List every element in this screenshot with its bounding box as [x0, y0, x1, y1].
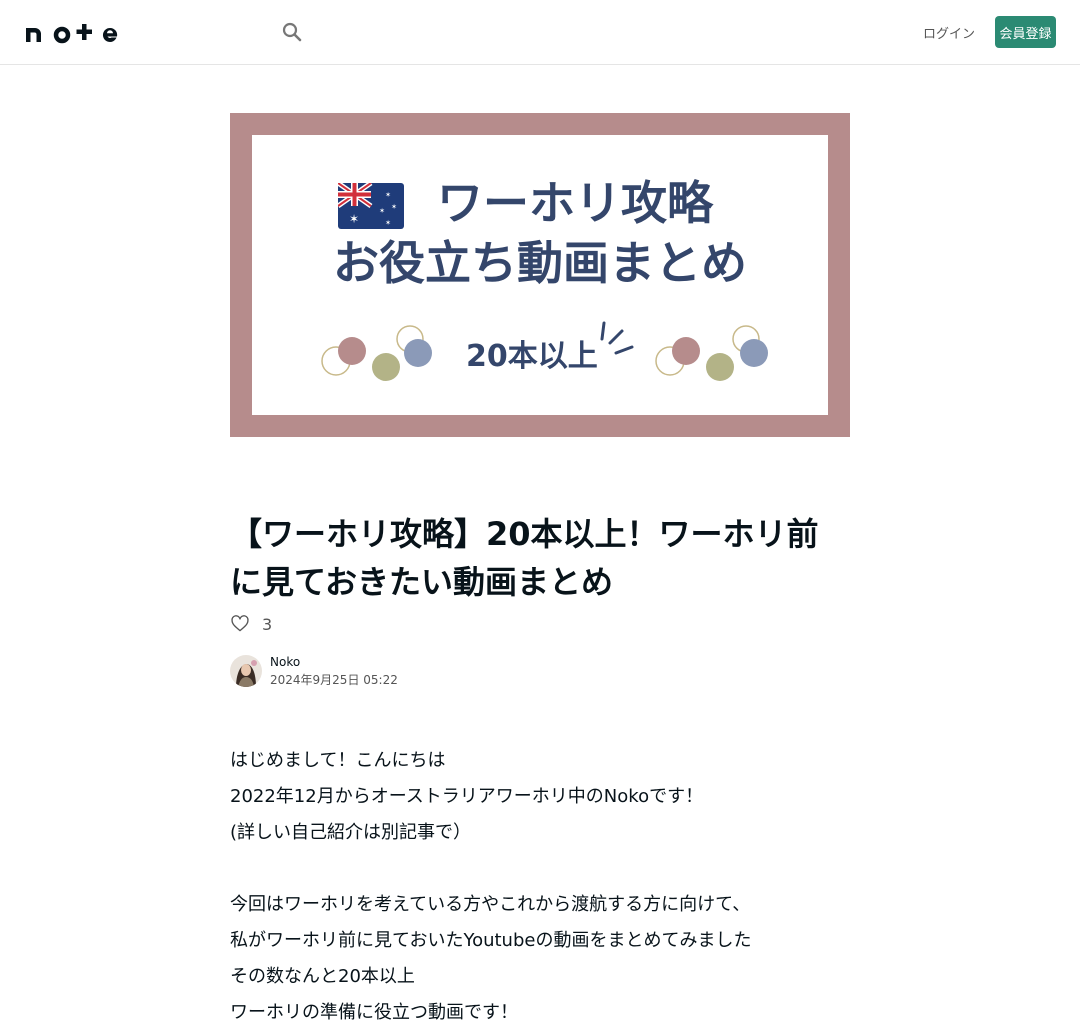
hero-dot-olive	[372, 353, 400, 381]
article-body: はじめまして！こんにちは 2022年12月からオーストラリアワーホリ中のNoko…	[230, 743, 850, 1024]
like-count: 3	[262, 614, 273, 634]
hero-dot-blue	[740, 339, 768, 367]
author-name[interactable]: Noko	[270, 655, 398, 669]
body-paragraph	[230, 851, 850, 887]
body-paragraph: (詳しい自己紹介は別記事で）	[230, 822, 472, 843]
body-paragraph: その数なんと20本以上	[230, 966, 415, 987]
note-logo[interactable]	[24, 20, 124, 44]
hero-image-inner: ✶ ✶ ✶ ✶ ✶ ワーホリ攻略 お役立ち動画まとめ 20本以上	[252, 135, 828, 415]
author-info: Noko 2024年9月25日 05:22	[230, 655, 398, 687]
hero-image: ✶ ✶ ✶ ✶ ✶ ワーホリ攻略 お役立ち動画まとめ 20本以上	[230, 113, 850, 437]
author-avatar[interactable]	[230, 655, 262, 687]
hero-dot-rose	[672, 337, 700, 365]
hero-dot-olive	[706, 353, 734, 381]
body-paragraph: 私がワーホリ前に見ておいたYoutubeの動画をまとめてみました	[230, 930, 752, 951]
decorative-circles-left	[321, 325, 432, 381]
body-paragraph: ワーホリの準備に役立つ動画です！	[230, 1002, 518, 1023]
hero-dot-rose	[338, 337, 366, 365]
post-date: 2024年9月25日 05:22	[270, 673, 398, 687]
body-paragraph: 今回はワーホリを考えている方やこれから渡航する方に向けて、	[230, 894, 751, 915]
hero-title-line1: ワーホリ攻略	[437, 176, 713, 230]
body-paragraph: はじめまして！こんにちは	[230, 750, 446, 771]
sparkle-icon	[600, 321, 634, 355]
hero-title-line2: お役立ち動画まとめ	[333, 236, 747, 290]
like-section: 3	[230, 614, 272, 634]
login-link[interactable]: ログイン	[920, 16, 978, 48]
author-meta: Noko 2024年9月25日 05:22	[270, 655, 398, 687]
signup-button[interactable]: 会員登録	[995, 16, 1056, 48]
site-header: ログイン 会員登録	[0, 0, 1080, 65]
decorative-circles-right	[655, 325, 768, 381]
hero-count: 20本以上	[466, 339, 598, 374]
article-title: 【ワーホリ攻略】20本以上！ワーホリ前に見ておきたい動画まとめ	[230, 515, 819, 601]
search-button[interactable]	[280, 20, 304, 44]
search-icon	[282, 22, 302, 42]
heart-icon[interactable]	[230, 614, 250, 634]
hero-dot-blue	[404, 339, 432, 367]
body-paragraph: 2022年12月からオーストラリアワーホリ中のNokoです！	[230, 786, 704, 807]
